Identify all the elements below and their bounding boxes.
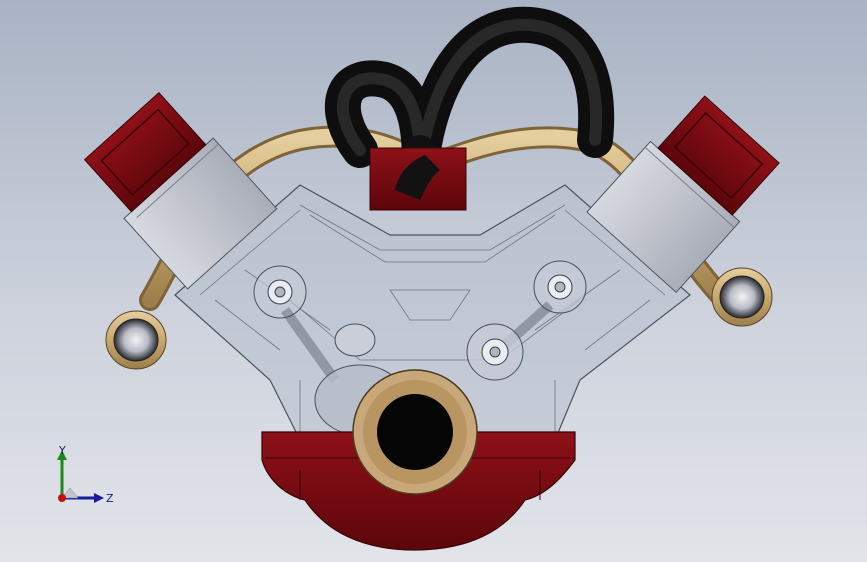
crank-pin[interactable]	[466, 323, 524, 381]
z-axis-arrowhead	[94, 493, 104, 503]
main-bearing[interactable]	[352, 369, 478, 495]
right-exhaust-port[interactable]	[711, 267, 773, 327]
x-axis-indicator	[58, 494, 66, 502]
engine-assembly-model[interactable]	[0, 0, 867, 562]
axis-triad: Y Z	[57, 444, 114, 505]
center-hose-fitting[interactable]	[369, 147, 467, 211]
z-axis-label: Z	[106, 492, 114, 505]
left-exhaust-port[interactable]	[105, 310, 167, 370]
graphics-viewport[interactable]: Y Z	[0, 0, 867, 562]
y-axis-label: Y	[58, 444, 66, 457]
